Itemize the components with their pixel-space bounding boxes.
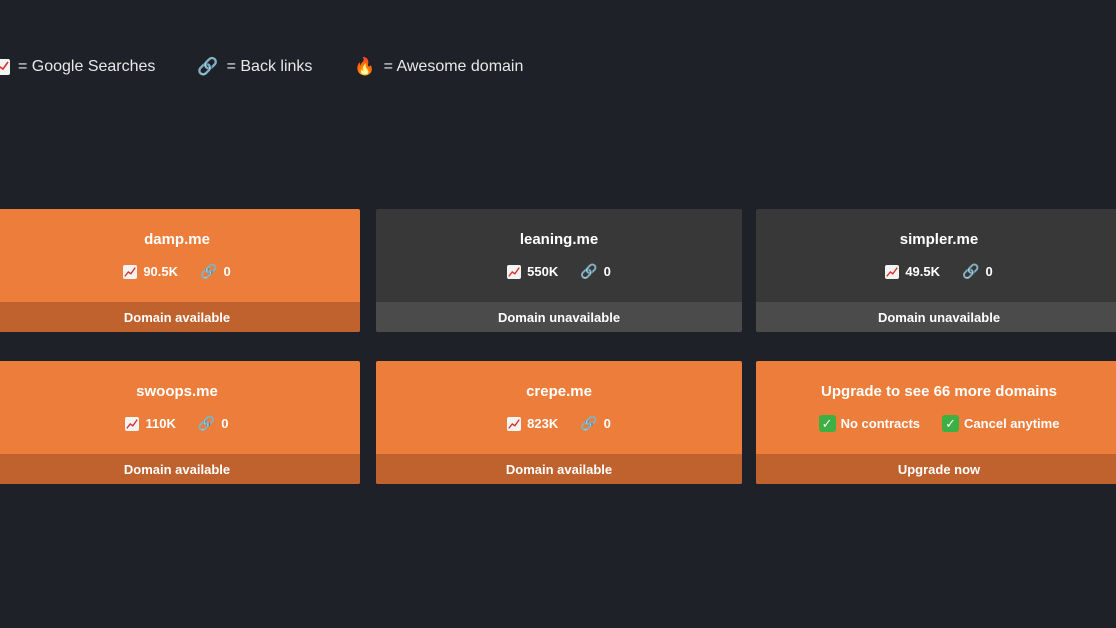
upgrade-now-button[interactable]: Upgrade now <box>756 454 1116 484</box>
legend-searches: = Google Searches <box>0 58 155 76</box>
legend-backlinks-label: = Back links <box>226 58 313 75</box>
searches-stat: 823K <box>507 416 558 431</box>
legend-searches-label: = Google Searches <box>18 58 156 75</box>
backlinks-value: 0 <box>223 264 231 279</box>
domain-name: crepe.me <box>526 383 592 400</box>
domain-status-button[interactable]: Domain unavailable <box>756 302 1116 332</box>
backlinks-value: 0 <box>603 416 611 431</box>
domain-stats: 49.5K 🔗 0 <box>756 263 1116 280</box>
perk-no-contracts: ✓ No contracts <box>818 415 921 432</box>
searches-stat: 110K <box>125 416 176 431</box>
perk-label: Cancel anytime <box>964 416 1060 431</box>
domain-stats: 110K 🔗 0 <box>0 415 360 432</box>
searches-value: 823K <box>527 416 559 431</box>
checkmark-icon: ✓ <box>818 415 836 432</box>
link-icon: 🔗 <box>580 263 598 279</box>
upgrade-perks: ✓ No contracts ✓ Cancel anytime <box>756 415 1116 432</box>
chart-icon <box>885 264 900 279</box>
chart-icon <box>123 264 138 279</box>
domain-card[interactable]: simpler.me 49.5K 🔗 0 Domain unavailable <box>756 209 1116 332</box>
checkmark-icon: ✓ <box>942 415 960 432</box>
domain-name: simpler.me <box>899 231 979 248</box>
chart-icon <box>507 264 522 279</box>
domain-status-button[interactable]: Domain unavailable <box>376 302 742 332</box>
domain-card[interactable]: crepe.me 823K 🔗 0 Domain available <box>376 361 742 484</box>
link-icon: 🔗 <box>197 415 216 431</box>
chart-icon <box>507 416 522 431</box>
domain-stats: 823K 🔗 0 <box>376 415 742 432</box>
domain-stats: 90.5K 🔗 0 <box>0 263 360 280</box>
searches-stat: 90.5K <box>123 264 178 279</box>
domain-stats: 550K 🔗 0 <box>376 263 742 280</box>
perk-label: No contracts <box>840 416 921 431</box>
chart-icon <box>125 416 140 431</box>
domain-card[interactable]: damp.me 90.5K 🔗 0 Domain available <box>0 209 360 332</box>
upgrade-title: Upgrade to see 66 more domains <box>821 383 1057 400</box>
domain-status-button[interactable]: Domain available <box>376 454 742 484</box>
link-icon: 🔗 <box>580 415 598 431</box>
backlinks-value: 0 <box>603 264 611 279</box>
legend-awesome-label: = Awesome domain <box>383 58 524 75</box>
backlinks-value: 0 <box>985 264 993 279</box>
link-icon: 🔗 <box>200 263 218 279</box>
legend: = Google Searches 🔗 = Back links 🔥 = Awe… <box>0 57 565 77</box>
backlinks-value: 0 <box>221 416 229 431</box>
searches-value: 49.5K <box>905 264 941 279</box>
domain-card[interactable]: leaning.me 550K 🔗 0 Domain unavailable <box>376 209 742 332</box>
searches-value: 90.5K <box>143 264 179 279</box>
backlinks-stat: 🔗 0 <box>200 263 231 280</box>
fire-icon: 🔥 <box>354 57 376 76</box>
backlinks-stat: 🔗 0 <box>580 263 611 280</box>
searches-stat: 49.5K <box>885 264 940 279</box>
domain-status-button[interactable]: Domain available <box>0 302 360 332</box>
backlinks-stat: 🔗 0 <box>962 263 993 280</box>
upgrade-card[interactable]: Upgrade to see 66 more domains ✓ No cont… <box>756 361 1116 484</box>
backlinks-stat: 🔗 0 <box>198 415 229 432</box>
link-icon: 🔗 <box>197 57 219 76</box>
searches-value: 550K <box>527 264 559 279</box>
searches-value: 110K <box>145 416 176 431</box>
domain-status-button[interactable]: Domain available <box>0 454 360 484</box>
legend-backlinks: 🔗 = Back links <box>197 57 312 77</box>
domain-card[interactable]: swoops.me 110K 🔗 0 Domain available <box>0 361 360 484</box>
backlinks-stat: 🔗 0 <box>580 415 611 432</box>
perk-cancel-anytime: ✓ Cancel anytime <box>942 415 1059 432</box>
chart-icon <box>0 59 10 75</box>
domain-name: leaning.me <box>519 231 599 248</box>
domain-name: swoops.me <box>136 383 218 400</box>
legend-awesome: 🔥 = Awesome domain <box>354 57 523 77</box>
domain-name: damp.me <box>144 231 210 248</box>
link-icon: 🔗 <box>962 263 980 279</box>
searches-stat: 550K <box>507 264 558 279</box>
